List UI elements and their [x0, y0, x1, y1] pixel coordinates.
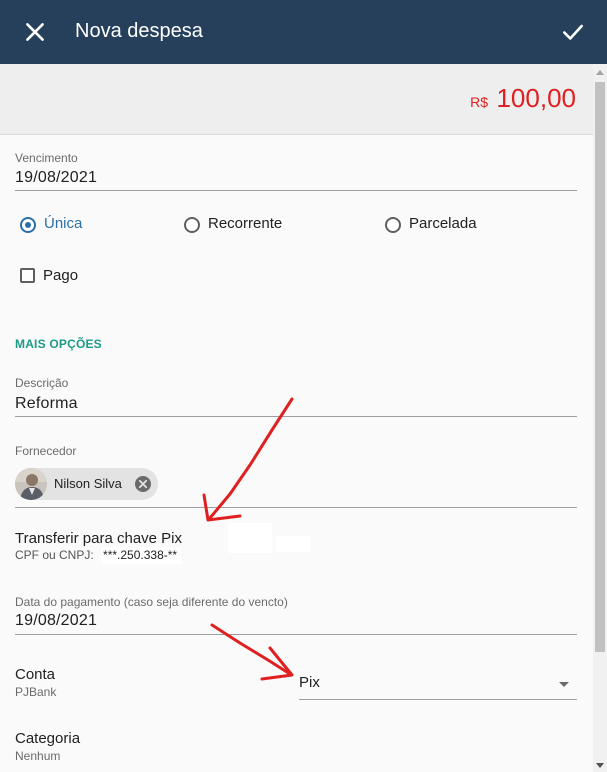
- scrollbar[interactable]: [593, 64, 607, 772]
- radio-unchecked-icon: [184, 217, 200, 233]
- close-icon[interactable]: [22, 19, 48, 45]
- payment-method-select[interactable]: Pix: [299, 671, 577, 700]
- radio-recorrente-label: Recorrente: [208, 215, 283, 232]
- supplier-chip-label: Nilson Silva: [54, 476, 122, 491]
- pix-document-label: CPF ou CNPJ:: [15, 548, 94, 562]
- amount-bar[interactable]: R$ 100,00: [0, 64, 593, 135]
- supplier-underline: [15, 507, 577, 508]
- account-title: Conta: [15, 666, 56, 683]
- category-title: Categoria: [15, 730, 81, 747]
- scroll-down-arrow-icon[interactable]: [596, 763, 604, 768]
- scrollbar-thumb[interactable]: [595, 82, 605, 652]
- currency-symbol: R$: [470, 94, 488, 110]
- scroll-up-arrow-icon[interactable]: [596, 70, 604, 75]
- radio-unica-label: Única: [44, 215, 83, 232]
- dropdown-arrow-icon[interactable]: [559, 682, 569, 687]
- radio-unchecked-icon: [385, 217, 401, 233]
- description-input[interactable]: Reforma: [15, 395, 78, 413]
- supplier-label: Fornecedor: [15, 444, 77, 458]
- redaction-box: [228, 523, 272, 553]
- pix-transfer-title: Transferir para chave Pix: [15, 530, 183, 547]
- avatar: [15, 468, 47, 500]
- paid-checkbox[interactable]: [20, 268, 35, 283]
- radio-checked-icon: [20, 217, 36, 233]
- more-options-heading[interactable]: MAIS OPÇÕES: [15, 337, 102, 351]
- due-date-input[interactable]: 19/08/2021: [15, 169, 97, 187]
- category-value[interactable]: Nenhum: [15, 749, 60, 763]
- check-icon[interactable]: [560, 19, 586, 45]
- radio-parcelada-label: Parcelada: [409, 215, 477, 232]
- paid-label[interactable]: Pago: [43, 267, 78, 284]
- due-date-underline: [15, 190, 577, 191]
- payment-date-underline: [15, 634, 577, 635]
- payment-date-input[interactable]: 19/08/2021: [15, 612, 97, 630]
- due-date-label: Vencimento: [15, 151, 78, 165]
- supplier-chip[interactable]: Nilson Silva: [15, 468, 158, 500]
- description-label: Descrição: [15, 376, 69, 390]
- form-content: Vencimento 19/08/2021 Única Recorrente P…: [0, 135, 593, 772]
- pix-document-row: CPF ou CNPJ: ***.250.338-**: [15, 547, 182, 564]
- payment-method-value: Pix: [299, 674, 320, 691]
- pix-document-value: ***.250.338-**: [101, 547, 182, 564]
- app-bar: Nova despesa: [0, 0, 607, 64]
- page-title: Nova despesa: [75, 20, 203, 42]
- redaction-box: [276, 536, 310, 552]
- payment-date-label: Data do pagamento (caso seja diferente d…: [15, 595, 288, 609]
- account-name: PJBank: [15, 685, 57, 699]
- amount-value[interactable]: 100,00: [496, 83, 576, 114]
- description-underline: [15, 416, 577, 417]
- remove-chip-icon[interactable]: [134, 475, 152, 493]
